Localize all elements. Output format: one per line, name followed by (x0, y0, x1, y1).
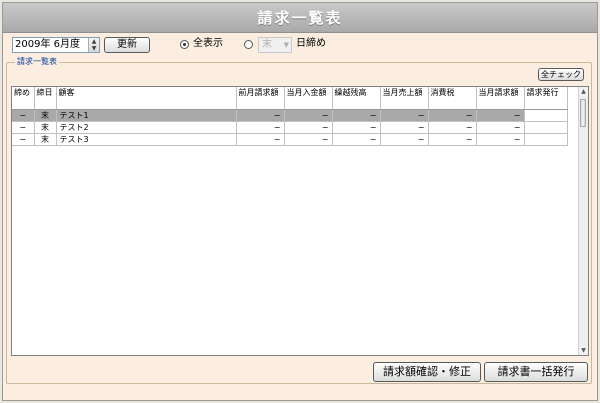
bulk-issue-invoices-button[interactable]: 請求書一括発行 (484, 362, 588, 382)
cell-prev-billing: − (236, 121, 285, 134)
cell-issue-check[interactable] (524, 133, 568, 146)
cell-closing-day: 末 (34, 121, 57, 134)
closing-day-suffix: 日締め (296, 38, 326, 49)
cell-payment: − (284, 133, 333, 146)
cell-payment: − (284, 109, 333, 122)
spin-down-icon[interactable]: ▼ (89, 45, 99, 52)
table-header: 締め 締日 顧客 前月請求額 当月入金額 繰越残高 当月売上額 消費税 当月請求… (12, 87, 568, 110)
cell-issue-check[interactable] (524, 109, 568, 122)
closing-day-value: 末 (262, 39, 272, 50)
refresh-button[interactable]: 更新 (104, 37, 150, 53)
cell-closing: − (12, 133, 35, 146)
cell-closing: − (12, 121, 35, 134)
cell-carryover: − (332, 133, 381, 146)
column-header[interactable]: 締め (12, 87, 35, 110)
cell-customer: テスト1 (56, 109, 237, 122)
cell-carryover: − (332, 109, 381, 122)
scrollbar-thumb[interactable] (580, 99, 586, 127)
column-header[interactable]: 当月請求額 (476, 87, 525, 110)
month-spin-control[interactable]: ▲ ▼ (88, 38, 99, 52)
chevron-down-icon: ▼ (283, 41, 289, 49)
closing-day-select[interactable]: 末 ▼ (258, 37, 292, 53)
cell-prev-billing: − (236, 109, 285, 122)
cell-billing: − (476, 109, 525, 122)
cell-tax: − (428, 133, 477, 146)
cell-issue-check[interactable] (524, 121, 568, 134)
invoice-table[interactable]: 締め 締日 顧客 前月請求額 当月入金額 繰越残高 当月売上額 消費税 当月請求… (11, 86, 589, 356)
table-scrollbar[interactable]: ▲ ▼ (578, 87, 588, 355)
table-row[interactable]: − 末 テスト3 − − − − − − (12, 133, 568, 146)
column-header[interactable]: 当月売上額 (380, 87, 429, 110)
table-row[interactable]: − 末 テスト2 − − − − − − (12, 121, 568, 134)
cell-billing: − (476, 133, 525, 146)
cell-closing: − (12, 109, 35, 122)
radio-show-all-label[interactable]: 全表示 (193, 38, 223, 50)
cell-carryover: − (332, 121, 381, 134)
scroll-up-icon[interactable]: ▲ (579, 87, 588, 96)
month-value: 2009年 6月度 (15, 39, 80, 50)
scroll-down-icon[interactable]: ▼ (579, 346, 588, 355)
radio-show-all[interactable] (180, 40, 189, 49)
check-all-button[interactable]: 全チェック (538, 68, 584, 81)
month-stepper[interactable]: 2009年 6月度 ▲ ▼ (12, 37, 100, 53)
cell-prev-billing: − (236, 133, 285, 146)
cell-closing-day: 末 (34, 133, 57, 146)
column-header[interactable]: 前月請求額 (236, 87, 285, 110)
column-header[interactable]: 顧客 (56, 87, 237, 110)
cell-billing: − (476, 121, 525, 134)
window-title: 請求一覧表 (3, 3, 597, 33)
cell-customer: テスト2 (56, 121, 237, 134)
table-row[interactable]: − 末 テスト1 − − − − − − (12, 109, 568, 122)
column-header[interactable]: 繰越残高 (332, 87, 381, 110)
cell-sales: − (380, 133, 429, 146)
cell-sales: − (380, 109, 429, 122)
confirm-edit-amount-button[interactable]: 請求額確認・修正 (373, 362, 481, 382)
spin-up-icon[interactable]: ▲ (89, 38, 99, 45)
cell-tax: − (428, 121, 477, 134)
cell-payment: − (284, 121, 333, 134)
radio-closing-day[interactable] (244, 40, 253, 49)
column-header[interactable]: 消費税 (428, 87, 477, 110)
cell-closing-day: 末 (34, 109, 57, 122)
group-legend: 請求一覧表 (15, 57, 59, 67)
cell-tax: − (428, 109, 477, 122)
cell-customer: テスト3 (56, 133, 237, 146)
cell-sales: − (380, 121, 429, 134)
column-header[interactable]: 締日 (34, 87, 57, 110)
column-header[interactable]: 当月入金額 (284, 87, 333, 110)
column-header[interactable]: 請求発行 (524, 87, 568, 110)
